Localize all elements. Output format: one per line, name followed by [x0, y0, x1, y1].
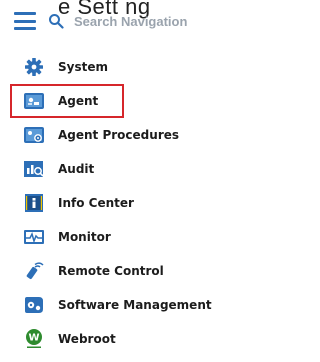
agent-icon	[22, 89, 46, 113]
search-bar	[10, 8, 250, 34]
software-management-icon	[22, 293, 46, 317]
nav-item-system[interactable]: System	[10, 50, 250, 84]
webroot-icon: W	[22, 327, 46, 351]
nav-item-label: Agent Procedures	[58, 128, 180, 142]
search-input[interactable]	[74, 13, 224, 29]
agent-procedures-icon	[22, 123, 46, 147]
nav-item-agent[interactable]: Agent	[10, 84, 124, 118]
gear-icon	[22, 55, 46, 79]
nav-item-monitor[interactable]: Monitor	[10, 220, 250, 254]
nav-item-agent-procedures[interactable]: Agent Procedures	[10, 118, 250, 152]
nav-item-info-center[interactable]: Info Center	[10, 186, 250, 220]
nav-item-label: Info Center	[58, 196, 134, 210]
monitor-icon	[22, 225, 46, 249]
nav-item-label: Agent	[58, 94, 99, 108]
nav-item-software-management[interactable]: Software Management	[10, 288, 250, 322]
audit-icon	[22, 157, 46, 181]
hamburger-menu-icon[interactable]	[14, 12, 36, 30]
nav-item-label: Audit	[58, 162, 95, 176]
nav-item-label: System	[58, 60, 108, 74]
remote-control-icon	[22, 259, 46, 283]
nav-item-label: Software Management	[58, 298, 212, 312]
nav-item-webroot[interactable]: W Webroot	[10, 322, 250, 356]
svg-text:W: W	[28, 333, 39, 344]
search-icon	[49, 14, 64, 29]
nav-item-label: Webroot	[58, 332, 116, 346]
nav-item-remote-control[interactable]: Remote Control	[10, 254, 250, 288]
nav-item-label: Remote Control	[58, 264, 164, 278]
navigation-list: System Agent Agent Procedures Audit Info…	[0, 50, 254, 356]
nav-item-audit[interactable]: Audit	[10, 152, 250, 186]
nav-item-label: Monitor	[58, 230, 111, 244]
info-center-icon	[22, 191, 46, 215]
